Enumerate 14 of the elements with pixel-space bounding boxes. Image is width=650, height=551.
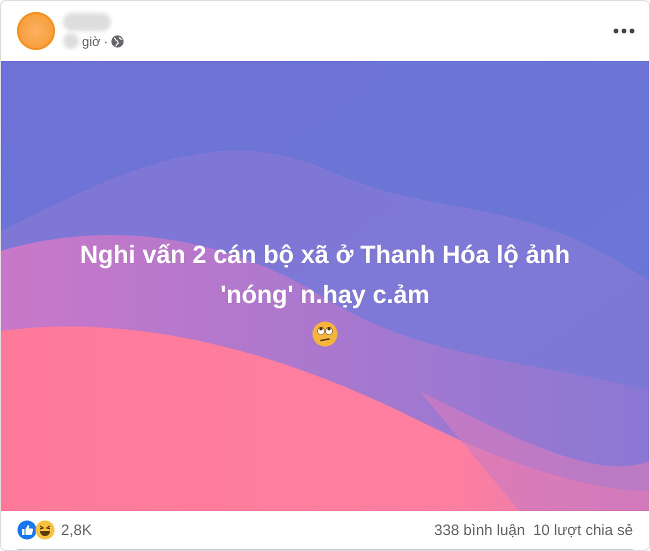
eye-roll-emoji-icon [312, 321, 338, 347]
separator: · [104, 34, 108, 48]
post-time[interactable]: giờ [82, 34, 101, 48]
reaction-count[interactable]: 2,8K [61, 522, 92, 538]
blurred-time [63, 33, 79, 49]
laughing-emoji-icon[interactable] [35, 520, 55, 540]
more-options-icon[interactable] [613, 26, 635, 36]
post-text-line: 'nóng' n.hạy c.ảm [220, 280, 430, 311]
comment-count[interactable]: 338 bình luận [434, 522, 526, 538]
globe-icon [111, 34, 124, 48]
share-count[interactable]: 10 lượt chia sẻ [533, 522, 633, 538]
blurred-name [63, 13, 111, 31]
like-icon[interactable] [17, 520, 37, 540]
post-text-line: Nghi vấn 2 cán bộ xã ở Thanh Hóa lộ ảnh [80, 240, 570, 271]
